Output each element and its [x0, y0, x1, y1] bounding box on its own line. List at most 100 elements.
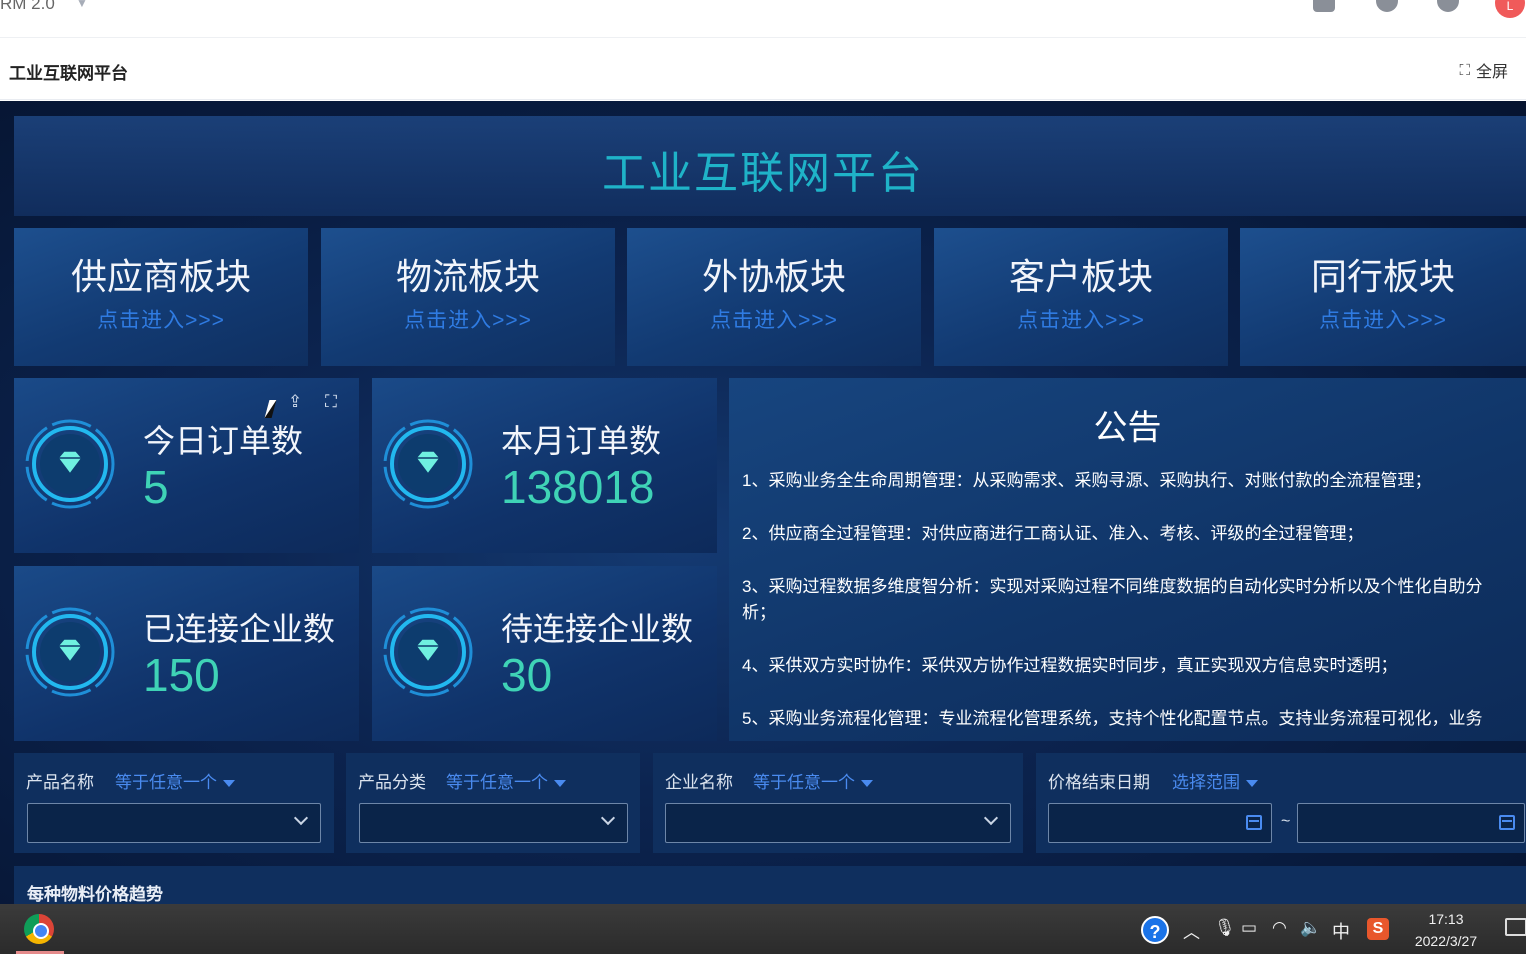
filter-label: 价格结束日期 [1048, 773, 1150, 792]
filter-price-end-date: 价格结束日期 选择范围 ~ [1036, 753, 1526, 853]
volume-icon[interactable]: 🔈 [1300, 918, 1321, 938]
stat-label: 本月订单数 [501, 423, 662, 459]
chevron-down-icon [293, 810, 309, 826]
fullscreen-label: 全屏 [1475, 64, 1508, 81]
diamond-icon [383, 607, 473, 697]
clock-date: 2022/3/27 [1414, 933, 1478, 949]
caret-down-icon [223, 780, 235, 788]
sogou-ime-icon[interactable]: S [1367, 918, 1389, 940]
filter-operator-dropdown[interactable]: 等于任意一个 [446, 768, 566, 793]
notice-item: 5、采购业务流程化管理：专业流程化管理系统，支持个性化配置节点。支持业务流程可视… [742, 709, 1483, 728]
dashboard-title: 工业互联网平台 [602, 149, 924, 198]
os-taskbar: ? ︿ 🎙 ▭ ◠ 🔈 中 S 17:13 2022/3/27 [0, 904, 1526, 954]
page-header: 工业互联网平台 ⛶ 全屏 [0, 38, 1526, 100]
notice-list: 1、采购业务全生命周期管理：从采购需求、采购寻源、采购执行、对账付款的全流程管理… [742, 468, 1512, 741]
filter-operator-dropdown[interactable]: 等于任意一个 [753, 768, 873, 793]
ime-indicator[interactable]: 中 [1332, 918, 1350, 944]
chevron-up-icon[interactable]: ︿ [1183, 918, 1200, 943]
filter-operator-label: 选择范围 [1172, 773, 1240, 792]
module-outsourcing[interactable]: 外协板块 点击进入>>> [627, 228, 921, 366]
module-title: 供应商板块 [70, 256, 251, 297]
caret-down-icon [554, 780, 566, 788]
module-peers[interactable]: 同行板块 点击进入>>> [1240, 228, 1526, 366]
filter-operator-label: 等于任意一个 [446, 773, 548, 792]
stat-value: 150 [143, 649, 220, 701]
stat-label: 今日订单数 [143, 423, 304, 459]
top-bar: RM 2.0 ▼ L [0, 0, 1526, 38]
stat-label: 待连接企业数 [501, 611, 694, 647]
filter-label: 产品名称 [26, 773, 94, 792]
page-title: 工业互联网平台 [9, 64, 128, 83]
chevron-down-icon [600, 810, 616, 826]
diamond-icon [383, 419, 473, 509]
filter-label: 产品分类 [358, 773, 426, 792]
module-title: 物流板块 [395, 256, 540, 297]
export-icon[interactable]: ⇪ [288, 392, 302, 412]
help-icon[interactable]: ? [1141, 916, 1169, 944]
expand-icon: ⛶ [1459, 61, 1470, 79]
caret-down-icon [1246, 780, 1258, 788]
battery-icon[interactable]: ▭ [1241, 918, 1257, 938]
date-start-input[interactable] [1048, 803, 1272, 843]
notice-item: 3、采购过程数据多维度智分析：实现对采购过程不同维度数据的自动化实时分析以及个性… [742, 577, 1483, 622]
bell-icon[interactable] [1376, 0, 1398, 12]
notice-panel: 公告 1、采购业务全生命周期管理：从采购需求、采购寻源、采购执行、对账付款的全流… [729, 378, 1526, 741]
module-enter-link[interactable]: 点击进入>>> [934, 304, 1228, 334]
notice-item: 1、采购业务全生命周期管理：从采购需求、采购寻源、采购执行、对账付款的全流程管理… [742, 471, 1432, 490]
filter-company-name: 企业名称 等于任意一个 [653, 753, 1023, 853]
module-title: 外协板块 [701, 256, 846, 297]
maximize-icon[interactable]: ⛶ [325, 392, 337, 412]
filter-operator-label: 等于任意一个 [115, 773, 217, 792]
notice-item: 2、供应商全过程管理：对供应商进行工商认证、准入、考核、评级的全过程管理； [742, 524, 1364, 543]
caret-down-icon [861, 780, 873, 788]
app-title: RM 2.0 [0, 0, 55, 13]
filter-operator-dropdown[interactable]: 选择范围 [1172, 768, 1258, 793]
wifi-icon[interactable]: ◠ [1272, 918, 1287, 938]
system-clock[interactable]: 17:13 2022/3/27 [1400, 908, 1492, 952]
stat-card-month-orders: 本月订单数 138018 [372, 378, 717, 553]
price-trend-section: 每种物料价格趋势 [14, 866, 1526, 904]
chrome-icon[interactable] [24, 914, 54, 944]
date-end-input[interactable] [1297, 803, 1525, 843]
section-title: 每种物料价格趋势 [27, 885, 163, 904]
help-icon[interactable] [1437, 0, 1459, 12]
module-title: 客户板块 [1008, 256, 1153, 297]
stat-value: 30 [501, 649, 553, 701]
range-separator: ~ [1281, 813, 1291, 830]
clock-time: 17:13 [1428, 911, 1464, 927]
notice-title: 公告 [1093, 409, 1162, 447]
filter-select[interactable] [359, 803, 628, 843]
filter-operator-dropdown[interactable]: 等于任意一个 [115, 768, 235, 793]
stat-card-pending: 待连接企业数 30 [372, 566, 717, 741]
stat-value: 138018 [501, 461, 655, 513]
filter-select[interactable] [27, 803, 321, 843]
notice-item: 4、采供双方实时协作：采供双方协作过程数据实时同步，真正实现双方信息实时透明； [742, 656, 1398, 675]
stat-value: 5 [143, 461, 169, 513]
filter-product-name: 产品名称 等于任意一个 [14, 753, 334, 853]
module-enter-link[interactable]: 点击进入>>> [14, 304, 308, 334]
app-switch-caret-icon[interactable]: ▼ [76, 0, 88, 10]
module-logistics[interactable]: 物流板块 点击进入>>> [321, 228, 615, 366]
diamond-icon [25, 607, 115, 697]
dashboard: 工业互联网平台 供应商板块 点击进入>>> 物流板块 点击进入>>> 外协板块 … [0, 101, 1526, 904]
doc-icon[interactable] [1313, 0, 1335, 12]
microphone-icon[interactable]: 🎙 [1214, 918, 1236, 938]
calendar-icon [1246, 815, 1262, 830]
module-enter-link[interactable]: 点击进入>>> [1240, 304, 1526, 334]
stat-card-connected: 已连接企业数 150 [14, 566, 359, 741]
module-enter-link[interactable]: 点击进入>>> [627, 304, 921, 334]
filter-label: 企业名称 [665, 773, 733, 792]
avatar[interactable]: L [1495, 0, 1525, 18]
module-supplier[interactable]: 供应商板块 点击进入>>> [14, 228, 308, 366]
chevron-down-icon [983, 810, 999, 826]
module-enter-link[interactable]: 点击进入>>> [321, 304, 615, 334]
module-title: 同行板块 [1310, 256, 1455, 297]
calendar-icon [1499, 815, 1515, 830]
filter-operator-label: 等于任意一个 [753, 773, 855, 792]
module-customer[interactable]: 客户板块 点击进入>>> [934, 228, 1228, 366]
diamond-icon [25, 419, 115, 509]
notification-icon[interactable] [1505, 918, 1526, 936]
fullscreen-button[interactable]: ⛶ 全屏 [1459, 58, 1508, 82]
filter-select[interactable] [665, 803, 1011, 843]
stat-card-today-orders: 今日订单数 5 ⇪ ⛶ [14, 378, 359, 553]
